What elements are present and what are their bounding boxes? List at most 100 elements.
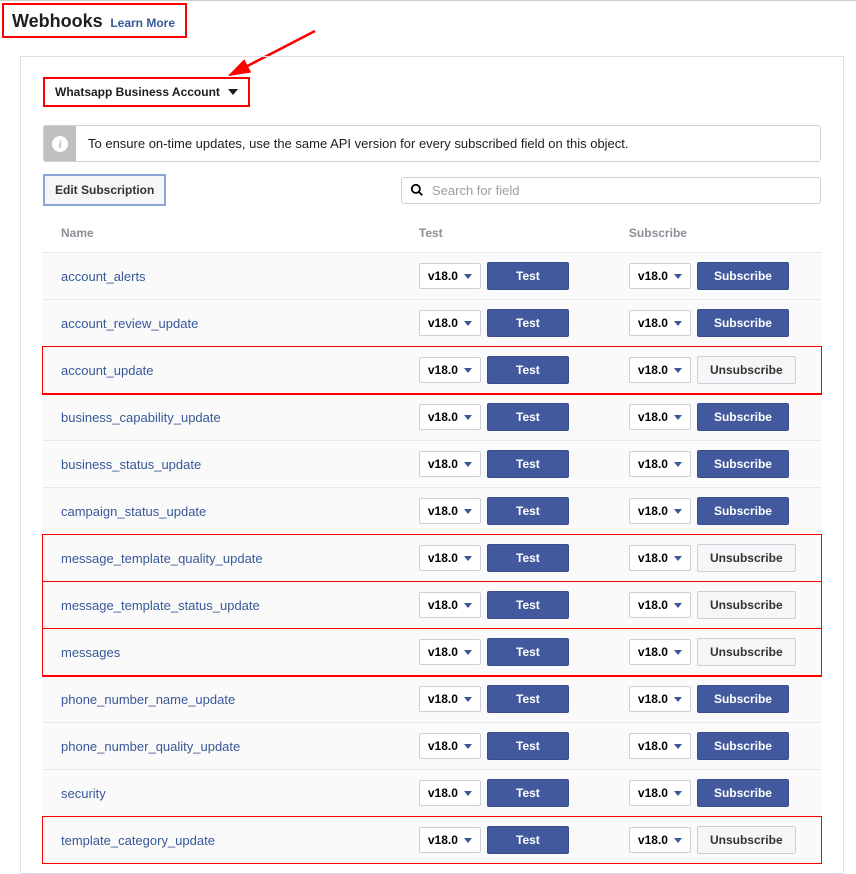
caret-down-icon (674, 697, 682, 702)
caret-down-icon (674, 556, 682, 561)
fields-table: Name Test Subscribe account_alertsv18.0T… (43, 214, 821, 863)
test-button[interactable]: Test (487, 685, 569, 713)
field-name[interactable]: account_review_update (61, 316, 198, 331)
version-dropdown[interactable]: v18.0 (419, 451, 481, 477)
test-button[interactable]: Test (487, 450, 569, 478)
field-name-cell: business_status_update (43, 441, 401, 488)
object-type-dropdown[interactable]: Whatsapp Business Account (43, 77, 250, 107)
field-name[interactable]: business_status_update (61, 457, 201, 472)
field-name-cell: message_template_status_update (43, 582, 401, 629)
info-icon-box: i (44, 126, 76, 161)
caret-down-icon (464, 462, 472, 467)
field-name[interactable]: phone_number_quality_update (61, 739, 240, 754)
table-row: message_template_status_updatev18.0Testv… (43, 582, 821, 629)
subscribe-cell: v18.0Unsubscribe (611, 347, 821, 394)
test-button[interactable]: Test (487, 779, 569, 807)
caret-down-icon (674, 791, 682, 796)
field-name-cell: message_template_quality_update (43, 535, 401, 582)
field-name[interactable]: messages (61, 645, 120, 660)
test-button[interactable]: Test (487, 403, 569, 431)
subscribe-button[interactable]: Subscribe (697, 732, 789, 760)
unsubscribe-button[interactable]: Unsubscribe (697, 638, 796, 666)
version-dropdown[interactable]: v18.0 (419, 592, 481, 618)
test-button[interactable]: Test (487, 356, 569, 384)
test-button[interactable]: Test (487, 732, 569, 760)
subscribe-button[interactable]: Subscribe (697, 403, 789, 431)
version-dropdown[interactable]: v18.0 (419, 545, 481, 571)
version-dropdown[interactable]: v18.0 (629, 357, 691, 383)
test-button[interactable]: Test (487, 591, 569, 619)
subscribe-button[interactable]: Subscribe (697, 497, 789, 525)
caret-down-icon (464, 321, 472, 326)
version-dropdown[interactable]: v18.0 (419, 686, 481, 712)
subscribe-button[interactable]: Subscribe (697, 309, 789, 337)
table-row: phone_number_quality_updatev18.0Testv18.… (43, 723, 821, 770)
version-dropdown[interactable]: v18.0 (629, 310, 691, 336)
search-input[interactable] (432, 183, 812, 198)
version-dropdown[interactable]: v18.0 (629, 780, 691, 806)
caret-down-icon (674, 838, 682, 843)
field-name[interactable]: security (61, 786, 106, 801)
unsubscribe-button[interactable]: Unsubscribe (697, 591, 796, 619)
field-name[interactable]: template_category_update (61, 833, 215, 848)
version-dropdown[interactable]: v18.0 (419, 357, 481, 383)
version-dropdown[interactable]: v18.0 (629, 592, 691, 618)
caret-down-icon (228, 89, 238, 95)
subscribe-button[interactable]: Subscribe (697, 262, 789, 290)
caret-down-icon (464, 509, 472, 514)
caret-down-icon (674, 509, 682, 514)
field-name-cell: template_category_update (43, 817, 401, 864)
field-name[interactable]: message_template_status_update (61, 598, 260, 613)
subscribe-cell: v18.0Subscribe (611, 676, 821, 723)
version-dropdown[interactable]: v18.0 (629, 498, 691, 524)
version-dropdown[interactable]: v18.0 (419, 404, 481, 430)
version-dropdown[interactable]: v18.0 (629, 639, 691, 665)
test-button[interactable]: Test (487, 262, 569, 290)
col-header-subscribe: Subscribe (611, 214, 821, 253)
subscribe-button[interactable]: Subscribe (697, 450, 789, 478)
test-button[interactable]: Test (487, 309, 569, 337)
field-name[interactable]: account_update (61, 363, 154, 378)
field-name-cell: security (43, 770, 401, 817)
version-dropdown[interactable]: v18.0 (419, 310, 481, 336)
version-dropdown[interactable]: v18.0 (629, 545, 691, 571)
edit-subscription-button[interactable]: Edit Subscription (43, 174, 166, 206)
test-cell: v18.0Test (401, 582, 611, 629)
version-dropdown[interactable]: v18.0 (419, 498, 481, 524)
unsubscribe-button[interactable]: Unsubscribe (697, 826, 796, 854)
field-name[interactable]: phone_number_name_update (61, 692, 235, 707)
table-row: business_capability_updatev18.0Testv18.0… (43, 394, 821, 441)
version-dropdown[interactable]: v18.0 (629, 827, 691, 853)
version-dropdown[interactable]: v18.0 (419, 639, 481, 665)
caret-down-icon (674, 368, 682, 373)
version-dropdown[interactable]: v18.0 (629, 733, 691, 759)
version-dropdown[interactable]: v18.0 (419, 733, 481, 759)
field-name-cell: business_capability_update (43, 394, 401, 441)
unsubscribe-button[interactable]: Unsubscribe (697, 544, 796, 572)
test-button[interactable]: Test (487, 826, 569, 854)
subscribe-cell: v18.0Subscribe (611, 300, 821, 347)
field-name[interactable]: message_template_quality_update (61, 551, 263, 566)
field-name[interactable]: account_alerts (61, 269, 146, 284)
test-button[interactable]: Test (487, 638, 569, 666)
test-button[interactable]: Test (487, 544, 569, 572)
subscribe-cell: v18.0Subscribe (611, 394, 821, 441)
version-dropdown[interactable]: v18.0 (629, 451, 691, 477)
unsubscribe-button[interactable]: Unsubscribe (697, 356, 796, 384)
learn-more-link[interactable]: Learn More (110, 16, 175, 30)
version-dropdown[interactable]: v18.0 (629, 404, 691, 430)
version-dropdown[interactable]: v18.0 (629, 686, 691, 712)
subscribe-button[interactable]: Subscribe (697, 779, 789, 807)
subscribe-button[interactable]: Subscribe (697, 685, 789, 713)
version-dropdown[interactable]: v18.0 (419, 780, 481, 806)
version-dropdown[interactable]: v18.0 (419, 827, 481, 853)
test-button[interactable]: Test (487, 497, 569, 525)
info-icon: i (52, 136, 68, 152)
version-dropdown[interactable]: v18.0 (419, 263, 481, 289)
field-name-cell: messages (43, 629, 401, 676)
subscribe-cell: v18.0Subscribe (611, 488, 821, 535)
field-name[interactable]: business_capability_update (61, 410, 221, 425)
field-name[interactable]: campaign_status_update (61, 504, 206, 519)
version-dropdown[interactable]: v18.0 (629, 263, 691, 289)
test-cell: v18.0Test (401, 535, 611, 582)
